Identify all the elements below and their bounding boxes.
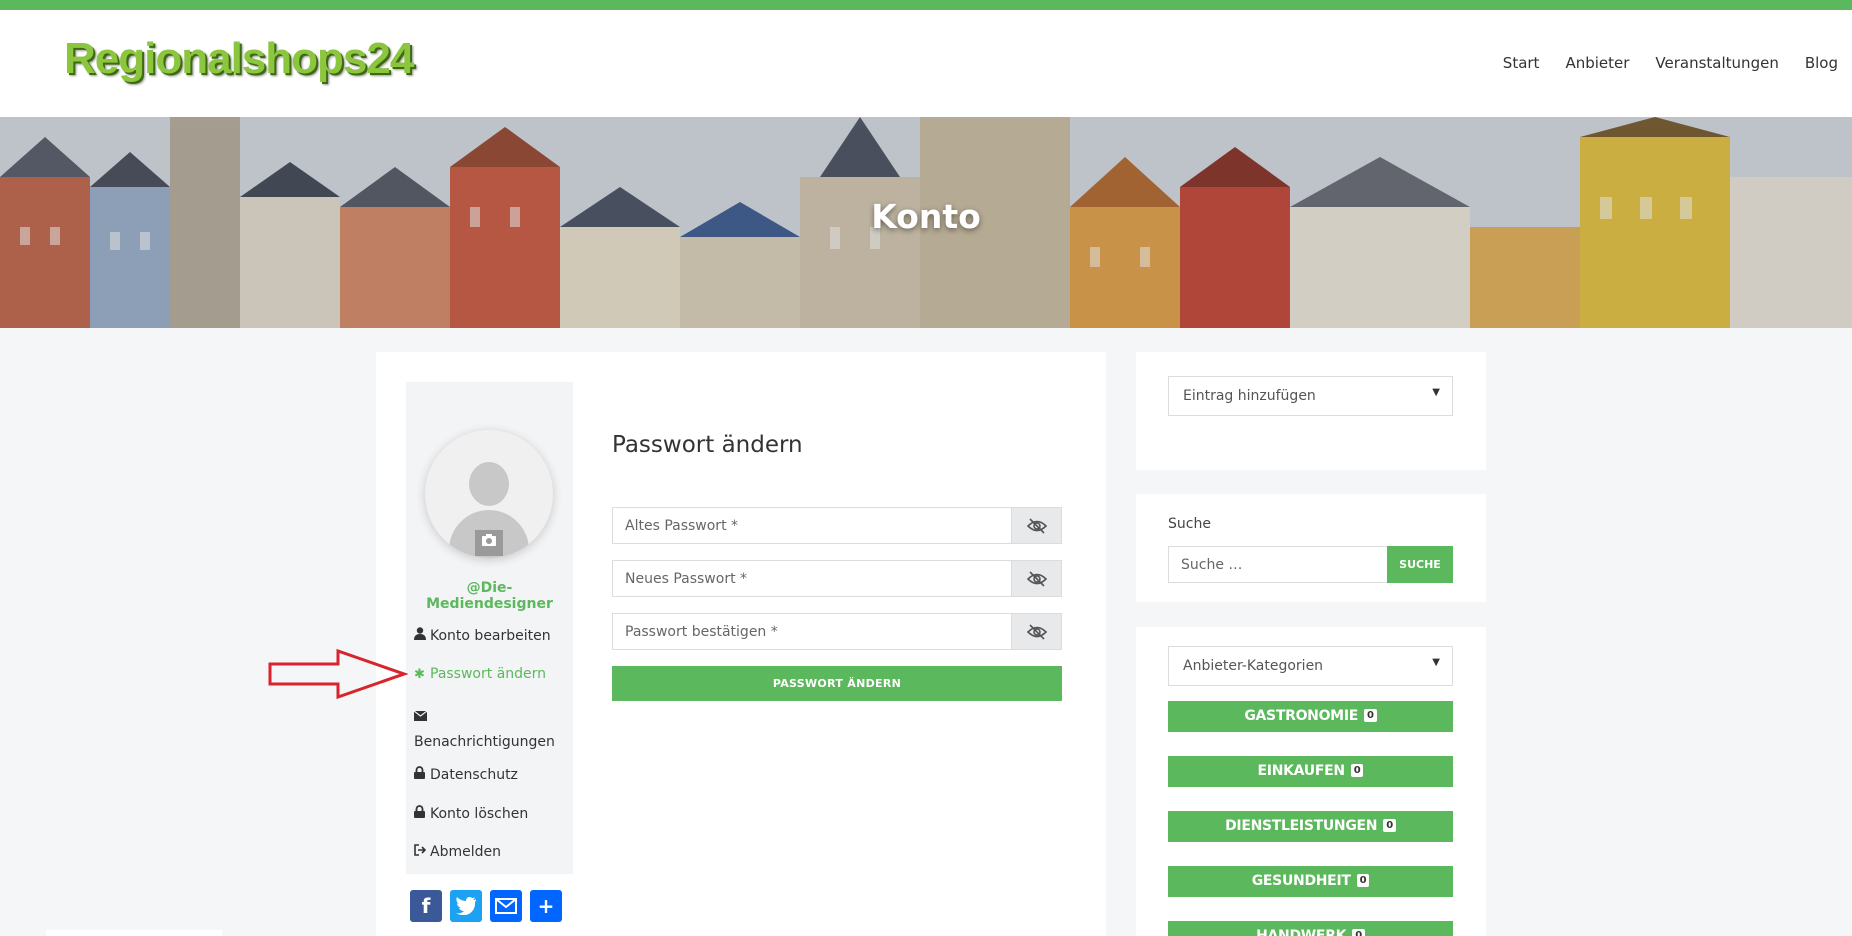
- menu-label: Passwort ändern: [430, 666, 547, 682]
- menu-konto-loeschen[interactable]: Konto löschen: [414, 805, 528, 822]
- camera-icon[interactable]: [475, 530, 503, 556]
- categories-select[interactable]: Anbieter-Kategorien ▼: [1168, 646, 1453, 686]
- menu-passwort-aendern[interactable]: ✱ Passwort ändern: [414, 666, 546, 682]
- eye-slash-icon[interactable]: [1011, 561, 1061, 596]
- hero-banner: Konto: [0, 117, 1852, 328]
- camera-glyph: [482, 534, 496, 546]
- lock-icon: [414, 766, 430, 783]
- old-password-input[interactable]: [613, 508, 1008, 543]
- new-password-input[interactable]: [613, 561, 1008, 596]
- menu-label: Datenschutz: [430, 767, 518, 783]
- menu-label: Konto bearbeiten: [430, 628, 551, 644]
- avatar-head: [469, 462, 509, 506]
- top-accent-bar: [0, 0, 1852, 10]
- eye-slash-icon[interactable]: [1011, 508, 1061, 543]
- email-icon[interactable]: [490, 890, 522, 922]
- share-icon[interactable]: +: [530, 890, 562, 922]
- menu-abmelden[interactable]: Abmelden: [414, 844, 501, 860]
- eye-slash-icon[interactable]: [1011, 614, 1061, 649]
- category-label: EINKAUFEN: [1257, 763, 1346, 779]
- new-password-field: [612, 560, 1062, 597]
- category-label: DIENSTLEISTUNGEN: [1225, 818, 1378, 834]
- chevron-down-icon: ▼: [1432, 657, 1440, 668]
- nav-blog[interactable]: Blog: [1805, 54, 1838, 72]
- twitter-icon[interactable]: [450, 890, 482, 922]
- category-gastronomie[interactable]: GASTRONOMIE 0: [1168, 701, 1453, 732]
- category-einkaufen[interactable]: EINKAUFEN 0: [1168, 756, 1453, 787]
- chevron-down-icon: ▼: [1432, 387, 1440, 398]
- envelope-icon: [413, 706, 430, 730]
- user-icon: [414, 627, 430, 644]
- count-badge: 0: [1383, 819, 1396, 832]
- sign-out-icon: [414, 844, 430, 860]
- facebook-icon[interactable]: f: [410, 890, 442, 922]
- lock-icon: [414, 805, 430, 822]
- menu-datenschutz[interactable]: Datenschutz: [414, 766, 518, 783]
- category-label: GESUNDHEIT: [1251, 873, 1351, 889]
- site-header: Regionalshops24 Start Anbieter Veranstal…: [0, 10, 1852, 117]
- site-logo[interactable]: Regionalshops24: [64, 34, 414, 84]
- nav-veranstaltungen[interactable]: Veranstaltungen: [1655, 54, 1778, 72]
- category-label: GASTRONOMIE: [1244, 708, 1358, 724]
- menu-label: Abmelden: [430, 844, 501, 860]
- profile-username[interactable]: @Die-Mediendesigner: [406, 580, 573, 612]
- menu-konto-bearbeiten[interactable]: Konto bearbeiten: [414, 627, 551, 644]
- count-badge: 0: [1356, 874, 1370, 887]
- search-label: Suche: [1168, 516, 1211, 532]
- page-title: Konto: [871, 197, 981, 236]
- search-button[interactable]: SUCHE: [1387, 546, 1453, 583]
- confirm-password-input[interactable]: [613, 614, 1008, 649]
- footer-widget-edge: [46, 930, 222, 936]
- nav-start[interactable]: Start: [1503, 54, 1540, 72]
- asterisk-icon: ✱: [414, 667, 425, 682]
- add-entry-select[interactable]: Eintrag hinzufügen ▼: [1168, 376, 1453, 416]
- confirm-password-field: [612, 613, 1062, 650]
- form-title: Passwort ändern: [612, 432, 803, 458]
- category-label: HANDWERK: [1256, 928, 1347, 936]
- count-badge: 0: [1364, 709, 1377, 722]
- categories-select-label: Anbieter-Kategorien: [1183, 658, 1324, 674]
- nav-anbieter[interactable]: Anbieter: [1565, 54, 1629, 72]
- category-gesundheit[interactable]: GESUNDHEIT 0: [1168, 866, 1453, 897]
- menu-label: Benachrichtigungen: [414, 734, 555, 750]
- category-dienstleistungen[interactable]: DIENSTLEISTUNGEN 0: [1168, 811, 1453, 842]
- menu-benachrichtigungen[interactable]: Benachrichtigungen: [413, 705, 574, 754]
- old-password-field: [612, 507, 1062, 544]
- change-password-button[interactable]: PASSWORT ÄNDERN: [612, 666, 1062, 701]
- search-input[interactable]: [1168, 546, 1388, 583]
- menu-label: Konto löschen: [430, 806, 529, 822]
- category-handwerk[interactable]: HANDWERK 0: [1168, 921, 1453, 936]
- add-entry-select-label: Eintrag hinzufügen: [1183, 388, 1316, 404]
- red-arrow-annotation: [268, 648, 408, 700]
- main-nav: Start Anbieter Veranstaltungen Blog: [1503, 54, 1838, 72]
- count-badge: 0: [1350, 764, 1364, 777]
- count-badge: 0: [1352, 929, 1365, 936]
